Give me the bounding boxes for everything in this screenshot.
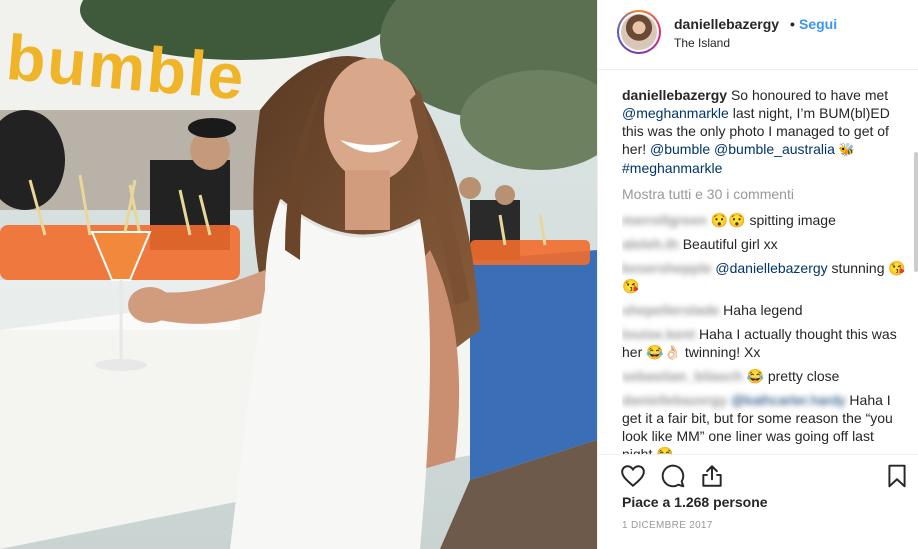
comment-text: Haha legend xyxy=(723,302,803,318)
caption: daniellebazergy So honoured to have met … xyxy=(622,86,908,177)
comment-item: sebastian_bilasch 😂 pretty close xyxy=(622,367,908,385)
comment-username[interactable]: daniellebazergy xyxy=(622,392,727,408)
comment-item: daniellebazergy @kathcarter.hardy Haha I… xyxy=(622,391,908,454)
header-separator: • xyxy=(790,16,795,32)
comment-text: 😂 pretty close xyxy=(746,368,840,384)
follow-button[interactable]: Segui xyxy=(799,16,837,32)
comment-icon xyxy=(661,464,685,488)
comment-username[interactable]: louise.kent xyxy=(622,326,695,342)
comment-username[interactable]: merrellgreen xyxy=(622,212,707,228)
share-button[interactable] xyxy=(699,463,725,489)
mention-link[interactable]: @bumble_australia xyxy=(714,141,835,157)
comment-text: Beautiful girl xx xyxy=(682,236,778,252)
heart-icon xyxy=(621,465,645,488)
comments-scrollbar[interactable] xyxy=(914,152,918,272)
avatar[interactable] xyxy=(617,10,661,54)
share-icon xyxy=(702,465,722,487)
comment-username[interactable]: kesershepple xyxy=(622,260,712,276)
comment-item: shepellerslade Haha legend xyxy=(622,301,908,319)
comments-list[interactable]: daniellebazergy So honoured to have met … xyxy=(622,86,908,454)
post-photo[interactable]: bumble xyxy=(0,0,597,549)
comment-item: kesershepple @daniellebazergy stunning 😘… xyxy=(622,259,908,295)
post-header: daniellebazergy • Segui The Island xyxy=(598,0,918,70)
comment-item: merrellgreen 😯😯 spitting image xyxy=(622,211,908,229)
action-bar xyxy=(598,454,918,495)
bee-emoji: 🐝 xyxy=(838,142,855,157)
comment-username[interactable]: aleleh.th xyxy=(622,236,679,252)
post-side-panel: daniellebazergy • Segui The Island danie… xyxy=(597,0,918,549)
caption-text: So honoured to have met xyxy=(730,87,889,103)
comment-text: 😯😯 spitting image xyxy=(710,212,836,228)
mention-link[interactable]: @meghanmarkle xyxy=(622,105,729,121)
hashtag-link[interactable]: #meghanmarkle xyxy=(622,160,722,176)
mention-link[interactable]: @bumble xyxy=(650,141,710,157)
comment-item: louise.kent Haha I actually thought this… xyxy=(622,325,908,361)
instagram-post: bumble daniellebazergy • Segui The Islan… xyxy=(0,0,918,549)
location-link[interactable]: The Island xyxy=(674,36,730,50)
like-button[interactable] xyxy=(620,463,646,489)
mention-link[interactable]: @kathcarter.hardy xyxy=(731,392,846,408)
mention-link[interactable]: @daniellebazergy xyxy=(715,260,827,276)
comment-button[interactable] xyxy=(660,463,686,489)
avatar-image xyxy=(621,14,657,50)
comment-username[interactable]: sebastian_bilasch xyxy=(622,368,743,384)
save-button[interactable] xyxy=(884,463,910,489)
caption-username[interactable]: daniellebazergy xyxy=(622,87,727,103)
comment-username[interactable]: shepellerslade xyxy=(622,302,719,318)
view-all-comments-link[interactable]: Mostra tutti e 30 i commenti xyxy=(622,185,908,203)
header-username[interactable]: daniellebazergy xyxy=(674,16,779,32)
post-date[interactable]: 1 DICEMBRE 2017 xyxy=(622,520,713,531)
bookmark-icon xyxy=(888,464,906,488)
likes-count[interactable]: Piace a 1.268 persone xyxy=(622,494,768,510)
comment-item: aleleh.th Beautiful girl xx xyxy=(622,235,908,253)
